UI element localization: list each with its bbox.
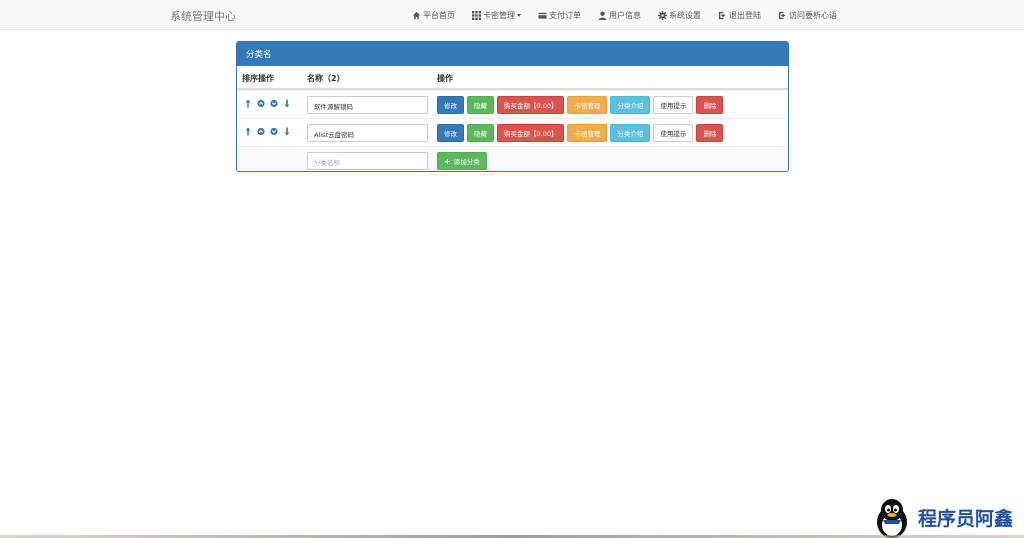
- row-actions: 修改 隐藏 购买金额【0.00】 卡密管理 分类介绍 使用提示 删除: [437, 96, 726, 114]
- card-management-button[interactable]: 卡密管理: [567, 124, 608, 142]
- penguin-logo-icon: [873, 498, 911, 538]
- add-actions: + 添加分类: [437, 152, 490, 170]
- panel-title: 分类名: [237, 42, 788, 66]
- watermark-text: 程序员阿鑫: [918, 508, 1014, 530]
- nav-label: 系统设置: [669, 10, 701, 20]
- grid-icon: [472, 10, 481, 20]
- category-name-input[interactable]: 软件源解锁码: [307, 96, 428, 114]
- circle-chevron-down-icon[interactable]: [270, 127, 278, 136]
- delete-button[interactable]: 删除: [696, 124, 724, 142]
- add-category-label: 添加分类: [453, 158, 480, 166]
- add-category-row: 分类名称 + 添加分类: [237, 146, 788, 171]
- table-row: 软件源解锁码 修改 隐藏 购买金额【0.00】 卡密管理 分类介绍 使用提示 删…: [237, 90, 788, 118]
- user-icon: [598, 11, 607, 20]
- usage-tips-button[interactable]: 使用提示: [653, 96, 694, 114]
- header-name: 名称（2）: [307, 74, 345, 83]
- circle-chevron-up-icon[interactable]: [257, 127, 265, 136]
- card-icon: [538, 11, 547, 20]
- top-navbar: 系统管理中心 平台首页 卡密管理 支付订单 用户信息 系统设置 退出登陆 访问要…: [0, 0, 1024, 30]
- usage-tips-button[interactable]: 使用提示: [653, 124, 694, 142]
- edit-button[interactable]: 修改: [437, 124, 464, 142]
- plus-icon: +: [444, 156, 451, 166]
- price-button[interactable]: 购买金额【0.00】: [497, 96, 565, 114]
- home-icon: [412, 11, 421, 20]
- nav-item-payment-orders[interactable]: 支付订单: [538, 0, 581, 30]
- watermark: 程序员阿鑫: [871, 498, 1024, 538]
- nav-label: 平台首页: [423, 10, 455, 20]
- arrow-down-icon[interactable]: [283, 99, 291, 108]
- arrow-up-icon[interactable]: [244, 99, 252, 108]
- hide-button[interactable]: 隐藏: [467, 96, 494, 114]
- category-name-input[interactable]: Alist云盘密码: [307, 124, 428, 142]
- nav-item-system-settings[interactable]: 系统设置: [658, 0, 701, 30]
- nav-label: 卡密管理: [483, 10, 515, 20]
- logout-icon: [778, 11, 787, 20]
- nav-label: 访问要析心语: [789, 10, 837, 20]
- caret-down-icon: [517, 13, 521, 17]
- nav-item-visit-link[interactable]: 访问要析心语: [778, 0, 837, 30]
- table-row: Alist云盘密码 修改 隐藏 购买金额【0.00】 卡密管理 分类介绍 使用提…: [237, 118, 788, 146]
- nav-label: 支付订单: [549, 10, 581, 20]
- gear-icon: [658, 10, 667, 20]
- add-category-button[interactable]: + 添加分类: [437, 152, 487, 170]
- edit-button[interactable]: 修改: [437, 96, 464, 114]
- price-button[interactable]: 购买金额【0.00】: [497, 124, 565, 142]
- nav-item-logout[interactable]: 退出登陆: [718, 0, 761, 30]
- circle-chevron-down-icon[interactable]: [270, 99, 278, 108]
- table-header: 排序操作 名称（2） 操作: [237, 66, 788, 90]
- header-sort: 排序操作: [242, 74, 274, 83]
- nav-item-card-management[interactable]: 卡密管理: [472, 0, 521, 30]
- card-management-button[interactable]: 卡密管理: [567, 96, 608, 114]
- nav-item-user-info[interactable]: 用户信息: [598, 0, 641, 30]
- hide-button[interactable]: 隐藏: [467, 124, 494, 142]
- new-category-input[interactable]: 分类名称: [307, 152, 428, 170]
- navbar-menu: 平台首页 卡密管理 支付订单 用户信息 系统设置 退出登陆 访问要析心语: [412, 0, 854, 30]
- logout-icon: [718, 11, 727, 20]
- header-actions: 操作: [437, 74, 453, 83]
- row-actions: 修改 隐藏 购买金额【0.00】 卡密管理 分类介绍 使用提示 删除: [437, 124, 726, 142]
- delete-button[interactable]: 删除: [696, 96, 724, 114]
- circle-chevron-up-icon[interactable]: [257, 99, 265, 108]
- sort-controls: [244, 127, 296, 136]
- category-panel: 分类名 排序操作 名称（2） 操作 软件源解锁码 修改 隐藏 购买金额【0.00…: [236, 41, 789, 172]
- arrow-down-icon[interactable]: [283, 127, 291, 136]
- sort-controls: [244, 99, 296, 108]
- arrow-up-icon[interactable]: [244, 127, 252, 136]
- navbar-brand[interactable]: 系统管理中心: [170, 8, 236, 24]
- nav-item-home[interactable]: 平台首页: [412, 0, 455, 30]
- category-intro-button[interactable]: 分类介绍: [610, 124, 651, 142]
- nav-label: 退出登陆: [729, 10, 761, 20]
- category-intro-button[interactable]: 分类介绍: [610, 96, 651, 114]
- nav-label: 用户信息: [609, 10, 641, 20]
